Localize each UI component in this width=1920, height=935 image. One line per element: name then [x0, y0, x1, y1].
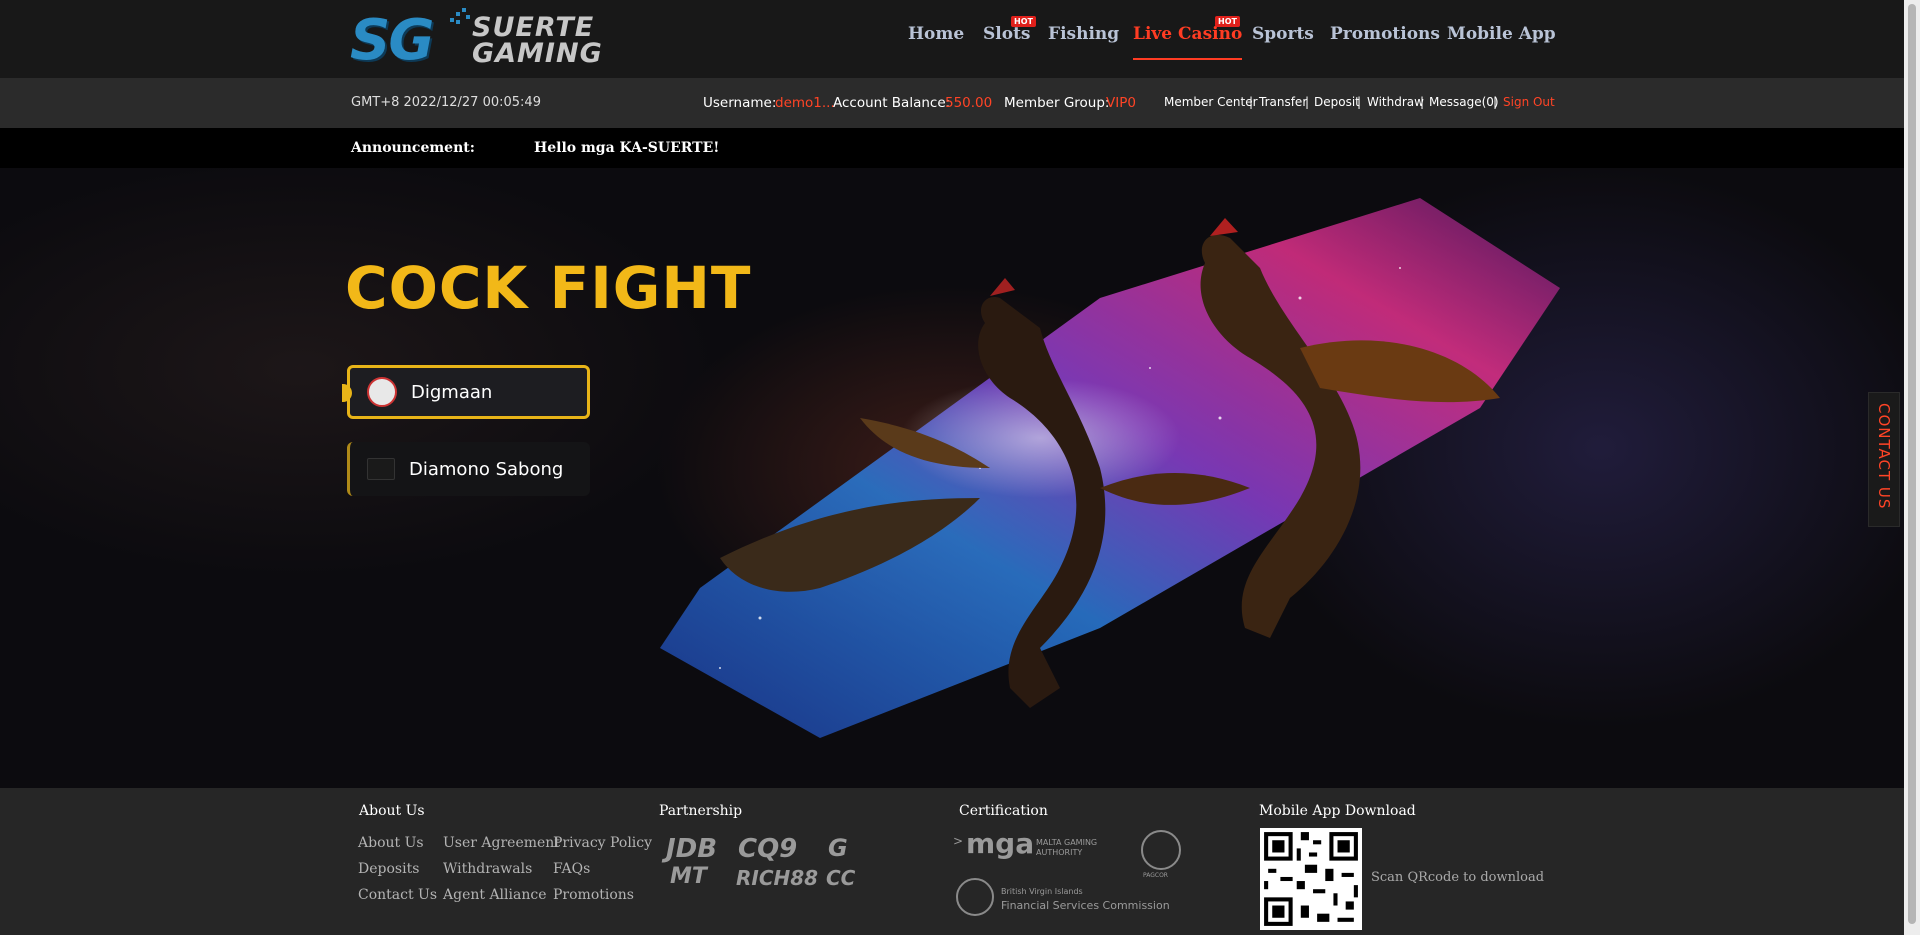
nav-label: Home	[908, 24, 965, 44]
digmaan-logo-icon	[367, 377, 397, 407]
page-title: COCK FIGHT	[345, 254, 752, 322]
username-label: Username:	[703, 95, 777, 111]
provider-diamono-sabong[interactable]: Diamono Sabong	[347, 442, 590, 496]
sign-out-link[interactable]: Sign Out	[1503, 95, 1555, 109]
contact-us-label: CONTACT US	[1875, 403, 1893, 510]
certification-heading: Certification	[959, 803, 1048, 819]
cq9-logo: CQ9	[738, 834, 798, 864]
nav-label: Promotions	[1330, 24, 1440, 44]
mga-sub2: AUTHORITY	[1036, 848, 1083, 857]
main-nav: Home Slots HOT Fishing Live Casino HOT Spo…	[0, 16, 1920, 64]
nav-mobile-app[interactable]: Mobile App	[1447, 24, 1556, 44]
hot-badge: HOT	[1011, 16, 1036, 27]
server-clock: GMT+8 2022/12/27 00:05:49	[351, 95, 541, 110]
cockfight-hero-banner: COCK FIGHT Digmaan Diamono Sabong	[0, 168, 1920, 788]
fighting-roosters-artwork	[660, 198, 1560, 738]
provider-label: Diamono Sabong	[409, 458, 564, 480]
link-separator: |	[1305, 95, 1310, 109]
rich88-logo: RICH88	[736, 866, 819, 890]
logo-pixel-decoration	[448, 6, 472, 26]
download-qr-code[interactable]	[1260, 828, 1362, 930]
link-separator: |	[1420, 95, 1425, 109]
link-separator: |	[1357, 95, 1362, 109]
partnership-heading: Partnership	[659, 803, 743, 819]
hot-badge: HOT	[1215, 16, 1240, 27]
footer-link-about-us[interactable]: About Us	[358, 835, 424, 851]
announcement-label: Announcement:	[351, 140, 475, 156]
active-underline	[1133, 58, 1243, 60]
nav-slots[interactable]: Slots HOT	[983, 16, 1036, 44]
pagcor-label: PAGCOR	[1143, 872, 1168, 879]
nav-sports[interactable]: Sports	[1252, 24, 1314, 44]
nav-home[interactable]: Home	[908, 24, 964, 44]
arrow-icon: >	[953, 834, 964, 848]
message-link[interactable]: Message(0)	[1429, 95, 1499, 109]
bvi-line1: British Virgin Islands	[1001, 887, 1083, 896]
mt-logo: MT	[670, 864, 707, 889]
member-center-link[interactable]: Member Center	[1164, 95, 1258, 109]
g-gaming-logo: G	[828, 834, 848, 862]
page-scrollbar[interactable]	[1904, 0, 1920, 935]
contact-us-tab[interactable]: CONTACT US	[1868, 392, 1900, 527]
bvi-seal-icon	[956, 878, 994, 916]
cc-logo: CC	[826, 866, 856, 890]
footer-link-contact-us[interactable]: Contact Us	[358, 887, 437, 903]
member-group-label: Member Group:	[1004, 95, 1110, 111]
deposit-link[interactable]: Deposit	[1314, 95, 1360, 109]
provider-label: Digmaan	[411, 381, 493, 403]
footer-link-faqs[interactable]: FAQs	[553, 861, 590, 877]
mga-logo: mga	[966, 827, 1035, 860]
provider-digmaan[interactable]: Digmaan	[342, 365, 590, 419]
about-heading: About Us	[359, 803, 425, 819]
announcement-marquee: Hello mga KA-SUERTE!	[534, 140, 720, 156]
top-navigation-bar: SG SUERTE GAMING Home Slots HOT Fishing L…	[0, 0, 1920, 78]
balance-label: Account Balance:	[833, 95, 951, 111]
footer-link-deposits[interactable]: Deposits	[358, 861, 419, 877]
pagcor-seal-icon	[1141, 830, 1181, 870]
scrollbar-thumb[interactable]	[1908, 4, 1916, 924]
withdraw-link[interactable]: Withdraw	[1367, 95, 1424, 109]
announcement-bar: Announcement: Hello mga KA-SUERTE!	[0, 128, 1920, 168]
mobile-download-heading: Mobile App Download	[1259, 803, 1416, 819]
footer-link-agent-alliance[interactable]: Agent Alliance	[443, 887, 546, 903]
nav-promotions[interactable]: Promotions	[1330, 24, 1440, 44]
jdb-logo: JDB	[666, 834, 718, 864]
footer-link-withdrawals[interactable]: Withdrawals	[443, 861, 532, 877]
footer-link-promotions[interactable]: Promotions	[553, 887, 634, 903]
nav-fishing[interactable]: Fishing	[1048, 24, 1119, 44]
qr-hint: Scan QRcode to download	[1371, 870, 1545, 885]
nav-label: Live Casino	[1133, 24, 1243, 44]
diamono-logo-icon	[367, 458, 395, 480]
nav-label: Slots	[983, 24, 1031, 44]
balance-value: 550.00	[945, 95, 993, 111]
bvi-line2: Financial Services Commission	[1001, 899, 1170, 912]
footer-link-privacy-policy[interactable]: Privacy Policy	[553, 835, 652, 851]
member-group-value: VIP0	[1106, 95, 1136, 111]
nav-label: Sports	[1252, 24, 1314, 44]
nav-live-casino[interactable]: Live Casino HOT	[1133, 16, 1243, 60]
transfer-link[interactable]: Transfer	[1259, 95, 1307, 109]
footer-link-user-agreement[interactable]: User Agreement	[443, 835, 560, 851]
link-separator: |	[1493, 95, 1498, 109]
mga-sub1: MALTA GAMING	[1036, 838, 1098, 847]
nav-label: Fishing	[1048, 24, 1120, 44]
link-separator: |	[1249, 95, 1254, 109]
site-footer: About Us About Us User Agreement Privacy…	[0, 788, 1904, 935]
account-info-bar: GMT+8 2022/12/27 00:05:49 Username: demo…	[0, 78, 1920, 128]
nav-label: Mobile App	[1447, 24, 1556, 44]
username-value: demo1...	[775, 95, 835, 111]
